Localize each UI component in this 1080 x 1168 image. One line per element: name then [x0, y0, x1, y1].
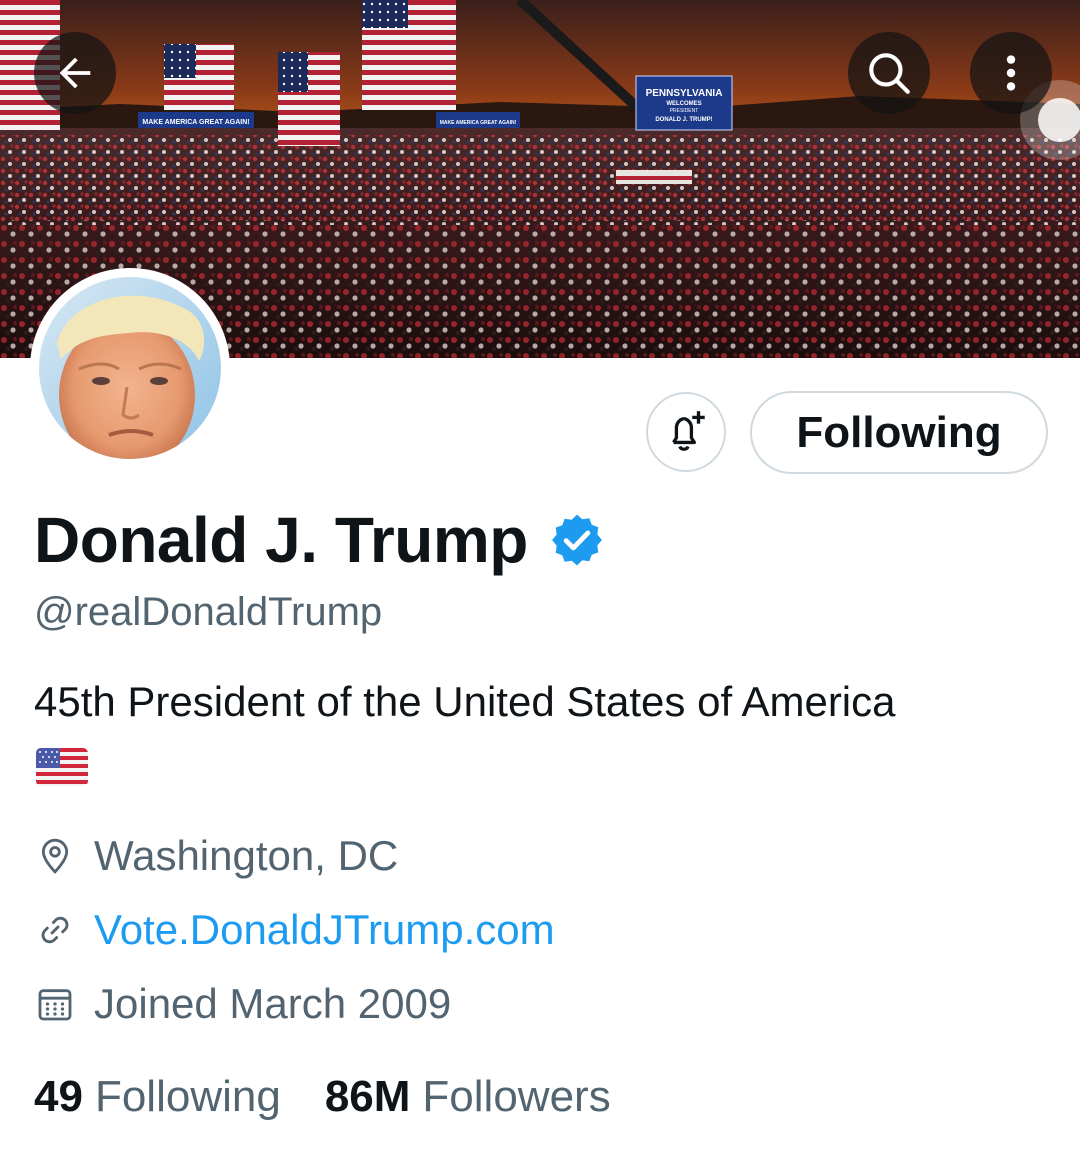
state-sign-line2: WELCOMES [666, 101, 701, 107]
us-flag-emoji [36, 748, 88, 786]
avatar-image [39, 277, 221, 459]
search-button[interactable] [848, 32, 930, 114]
website-link[interactable]: Vote.DonaldJTrump.com [94, 906, 555, 954]
notifications-button[interactable] [646, 392, 726, 472]
bio-text: 45th President of the United States of A… [34, 678, 896, 725]
verified-badge-icon [548, 511, 606, 569]
followers-stat[interactable]: 86M Followers [325, 1072, 611, 1122]
arrow-left-icon [59, 57, 91, 89]
display-name-row: Donald J. Trump [34, 500, 606, 580]
user-handle: @realDonaldTrump [34, 590, 383, 634]
more-options-button[interactable] [970, 32, 1052, 114]
following-button[interactable]: Following [750, 391, 1048, 474]
calendar-icon [34, 983, 76, 1025]
more-vertical-icon [1006, 55, 1016, 91]
location-text: Washington, DC [94, 832, 399, 879]
state-sign-line1: PENNSYLVANIA [646, 88, 723, 99]
search-icon [869, 53, 910, 94]
follow-stats: 49 Following 86M Followers [34, 1072, 611, 1122]
state-sign-line3: PRESIDENT [670, 108, 699, 114]
followers-label: Followers [422, 1072, 611, 1121]
joined-text: Joined March 2009 [94, 980, 452, 1027]
profile-page: MAKE AMERICA GREAT AGAIN! MAKE AMERICA G… [0, 0, 1080, 1168]
joined-row: Joined March 2009 [34, 980, 451, 1028]
back-button[interactable] [34, 32, 116, 114]
following-count: 49 [34, 1072, 83, 1121]
location-row: Washington, DC [34, 832, 398, 880]
display-name: Donald J. Trump [34, 504, 528, 576]
website-row[interactable]: Vote.DonaldJTrump.com [34, 906, 555, 954]
profile-avatar[interactable] [30, 268, 230, 468]
followers-count: 86M [324, 1072, 411, 1121]
bell-plus-icon [672, 411, 705, 451]
location-pin-icon [34, 835, 76, 877]
following-label: Following [94, 1072, 281, 1121]
link-icon [34, 909, 76, 951]
rally-sign-center-text: MAKE AMERICA GREAT AGAIN! [440, 120, 517, 126]
following-stat[interactable]: 49 Following [34, 1072, 281, 1122]
rally-sign-left-text: MAKE AMERICA GREAT AGAIN! [142, 119, 249, 126]
state-sign-line4: DONALD J. TRUMP! [655, 117, 712, 123]
